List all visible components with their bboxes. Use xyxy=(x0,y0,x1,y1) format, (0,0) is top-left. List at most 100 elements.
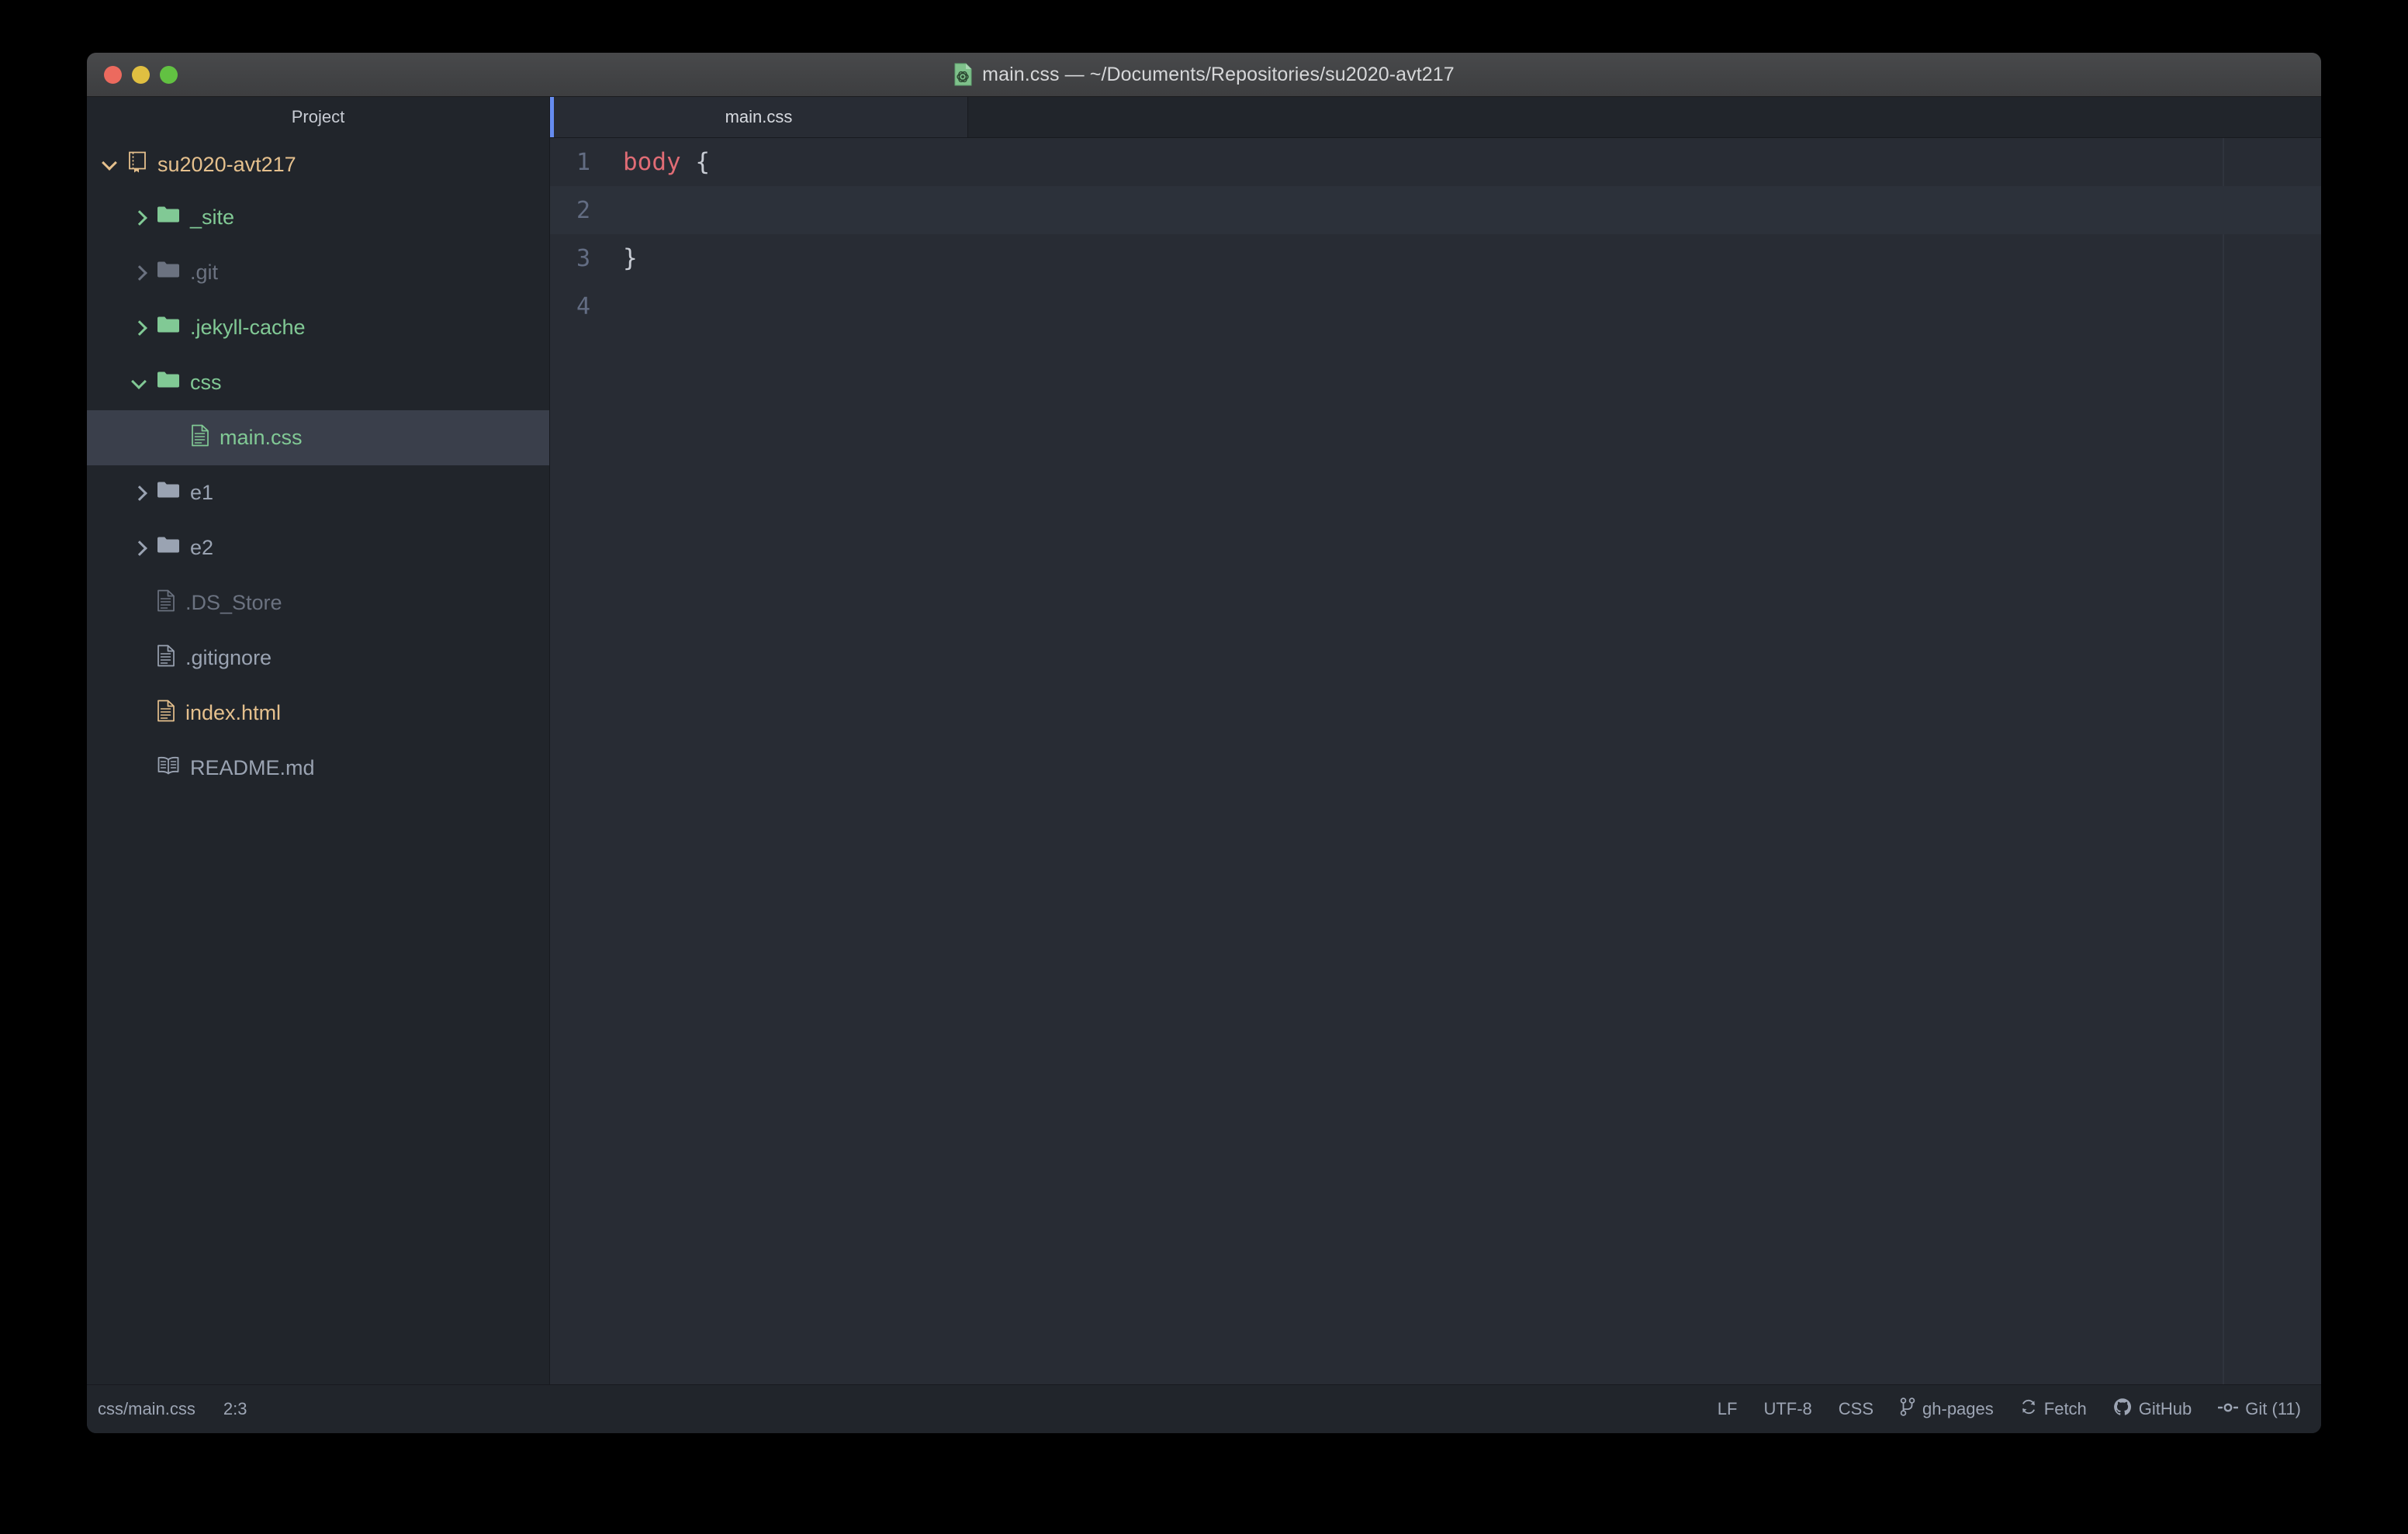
code-line[interactable]: 2 xyxy=(550,186,2321,234)
window-title-bar: main.css — ~/Documents/Repositories/su20… xyxy=(87,53,2321,97)
status-github-label: GitHub xyxy=(2138,1399,2192,1418)
line-number: 4 xyxy=(576,292,590,320)
status-grammar[interactable]: CSS xyxy=(1839,1399,1873,1419)
window-title-text: main.css — ~/Documents/Repositories/su20… xyxy=(982,63,1455,85)
minimize-window-button[interactable] xyxy=(132,65,150,84)
status-branch[interactable]: gh-pages xyxy=(1900,1398,1994,1421)
line-number: 1 xyxy=(576,148,590,176)
chevron-right-icon[interactable] xyxy=(130,483,150,503)
tree-item-label: e1 xyxy=(190,481,214,504)
tree-item-label: .gitignore xyxy=(185,646,272,669)
tree-item-label: su2020-avt217 xyxy=(157,152,296,176)
status-fetch[interactable]: Fetch xyxy=(2020,1398,2087,1420)
active-tab-accent-bar xyxy=(550,97,554,137)
status-bar-left: css/main.css 2:3 xyxy=(87,1399,247,1419)
tree-item-label: css xyxy=(190,371,222,394)
status-fetch-label: Fetch xyxy=(2043,1399,2087,1418)
project-panel-title: Project xyxy=(291,107,345,126)
tree-folder-site[interactable]: _site xyxy=(87,190,549,245)
tree-file-main-css[interactable]: main.css xyxy=(87,410,549,465)
folder-icon xyxy=(157,370,180,396)
chevron-right-icon[interactable] xyxy=(130,208,150,228)
window-title-group: main.css — ~/Documents/Repositories/su20… xyxy=(87,53,2321,96)
tree-folder-su2020-avt217[interactable]: su2020-avt217 xyxy=(87,139,549,190)
tree-file-ds-store[interactable]: .DS_Store xyxy=(87,575,549,631)
status-cursor-position[interactable]: 2:3 xyxy=(223,1399,247,1419)
status-encoding[interactable]: UTF-8 xyxy=(1763,1399,1811,1419)
git-commit-icon xyxy=(2217,1399,2239,1419)
folder-icon xyxy=(157,205,180,230)
status-branch-label: gh-pages xyxy=(1922,1399,1994,1418)
folder-icon xyxy=(157,535,180,561)
tab-main-css[interactable]: main.css xyxy=(550,97,968,137)
status-git[interactable]: Git (11) xyxy=(2217,1399,2301,1419)
folder-icon xyxy=(157,480,180,506)
tree-folder-e1[interactable]: e1 xyxy=(87,465,549,520)
tab-bar-empty-area xyxy=(968,97,2321,137)
tree-item-label: .git xyxy=(190,261,219,284)
code-line-text: } xyxy=(615,244,638,272)
file-icon xyxy=(157,644,175,672)
code-editor[interactable]: 1 body {2 3} 4 xyxy=(550,138,2321,1384)
sync-icon xyxy=(2020,1398,2037,1420)
traffic-light-buttons xyxy=(104,53,178,96)
status-github[interactable]: GitHub xyxy=(2113,1398,2192,1421)
chevron-right-icon[interactable] xyxy=(130,318,150,338)
tree-folder-git[interactable]: .git xyxy=(87,245,549,300)
tree-folder-jekyll-cache[interactable]: .jekyll-cache xyxy=(87,300,549,355)
atom-editor-window: main.css — ~/Documents/Repositories/su20… xyxy=(87,53,2321,1433)
tree-item-label: _site xyxy=(190,206,235,229)
code-line[interactable]: 3} xyxy=(550,234,2321,282)
tree-item-label: .jekyll-cache xyxy=(190,316,306,339)
close-window-button[interactable] xyxy=(104,65,122,84)
book-icon xyxy=(157,755,180,781)
tree-folder-e2[interactable]: e2 xyxy=(87,520,549,575)
status-line-ending[interactable]: LF xyxy=(1718,1399,1738,1419)
file-icon xyxy=(157,700,175,727)
file-tree[interactable]: su2020-avt217 _site .git .jekyll-cache css ma… xyxy=(87,137,549,1384)
chevron-right-icon[interactable] xyxy=(130,538,150,558)
code-lines[interactable]: 1 body {2 3} 4 xyxy=(550,138,2321,330)
project-sidebar: Project su2020-avt217 _site .git .jekyll-ca… xyxy=(87,97,550,1384)
tree-item-label: .DS_Store xyxy=(185,591,282,614)
css-punctuation-token: { xyxy=(680,148,710,176)
chevron-down-icon[interactable] xyxy=(101,154,121,174)
code-line[interactable]: 1 body { xyxy=(550,138,2321,186)
status-git-label: Git (11) xyxy=(2245,1399,2301,1418)
folder-icon xyxy=(157,315,180,340)
tab-bar: main.css xyxy=(550,97,2321,138)
editor-pane: main.css 1 body {2 3} 4 xyxy=(550,97,2321,1384)
tree-item-label: e2 xyxy=(190,536,214,559)
zoom-window-button[interactable] xyxy=(160,65,178,84)
tree-item-label: main.css xyxy=(220,426,303,449)
folder-icon xyxy=(157,260,180,285)
status-bar-right: LF UTF-8 CSS gh-pages Fetch GitHub Git (… xyxy=(1718,1398,2321,1421)
tree-folder-css[interactable]: css xyxy=(87,355,549,410)
repo-icon xyxy=(127,150,147,179)
tree-item-label: index.html xyxy=(185,701,282,724)
file-icon xyxy=(157,589,175,617)
code-line-text: body { xyxy=(615,148,710,176)
chevron-down-icon[interactable] xyxy=(130,373,150,393)
css-punctuation-token: } xyxy=(623,244,638,272)
tree-file-index-html[interactable]: index.html xyxy=(87,686,549,741)
css-selector-token: body xyxy=(623,148,681,176)
atom-document-icon xyxy=(953,63,973,86)
code-line[interactable]: 4 xyxy=(550,282,2321,330)
chevron-right-icon[interactable] xyxy=(130,263,150,283)
status-file-path[interactable]: css/main.css xyxy=(98,1399,195,1419)
window-body: Project su2020-avt217 _site .git .jekyll-ca… xyxy=(87,97,2321,1384)
status-bar: css/main.css 2:3 LF UTF-8 CSS gh-pages F… xyxy=(87,1384,2321,1433)
file-icon xyxy=(191,424,209,452)
github-icon xyxy=(2113,1398,2132,1421)
git-branch-icon xyxy=(1900,1398,1915,1421)
line-number: 3 xyxy=(576,244,590,272)
tree-item-label: README.md xyxy=(190,756,315,779)
tree-file-gitignore[interactable]: .gitignore xyxy=(87,631,549,686)
tree-file-readme-md[interactable]: README.md xyxy=(87,741,549,796)
